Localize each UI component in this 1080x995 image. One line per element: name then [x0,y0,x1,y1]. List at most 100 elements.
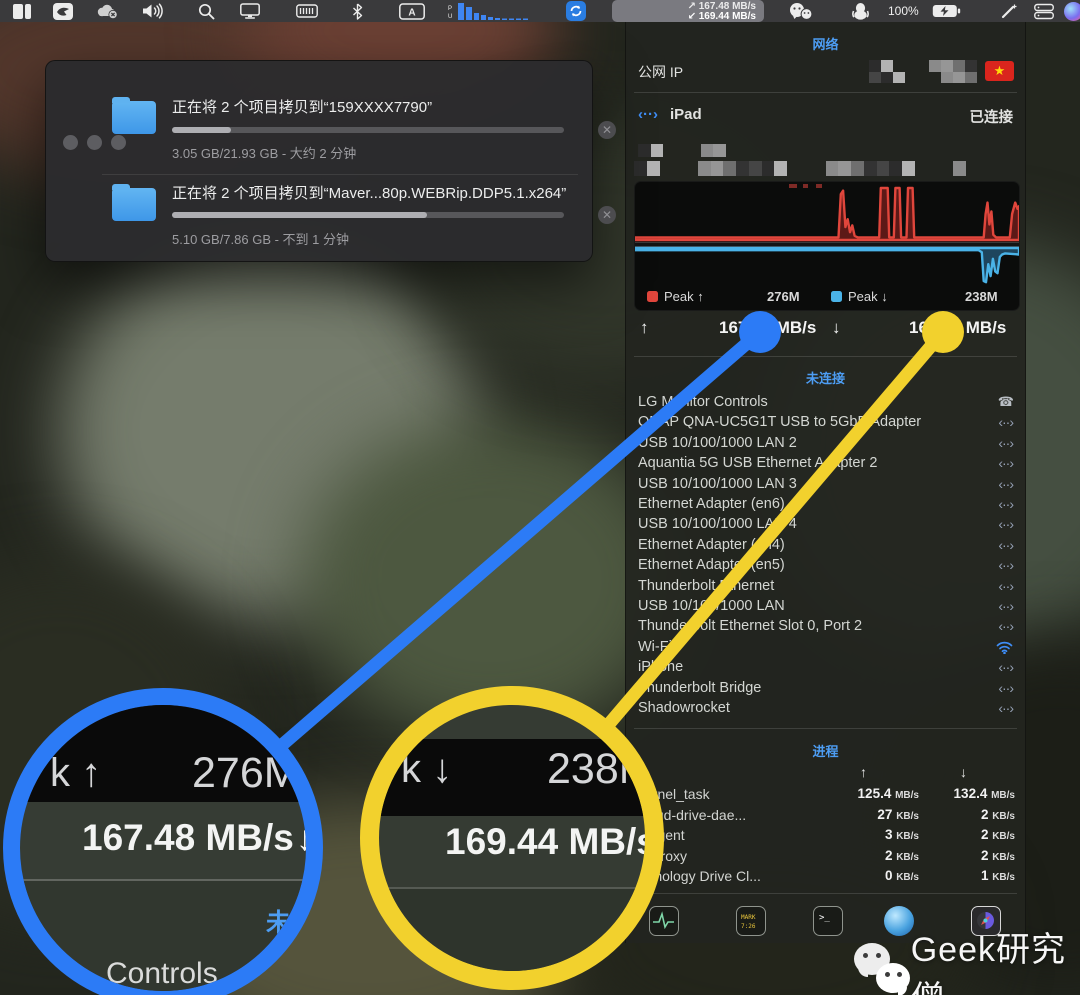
interface-row[interactable]: USB 10/100/1000 LAN 3‹··› [638,475,1015,495]
svg-text:>_: >_ [819,913,830,923]
interface-row[interactable]: iPhone‹··› [638,658,1015,678]
date-widget-icon[interactable]: MARK7:26 [736,906,766,936]
blue-magnifier-circle: k ↑ 276M 167.48 MB/s ↓ 未连 Controls [3,688,323,995]
ethernet-icon: ‹··› [998,516,1013,532]
minimize-window-button[interactable] [87,135,102,150]
phone-icon: ☎︎ [998,394,1013,410]
interface-row[interactable]: Aquantia 5G USB Ethernet Adapter 2‹··› [638,454,1015,474]
interface-name[interactable]: iPad [670,106,702,123]
terminal-icon[interactable]: >_ [813,906,843,936]
wechat-icon[interactable] [788,3,814,19]
cancel-copy-button[interactable]: ✕ [598,206,616,224]
process-row: kernel_task125.4 MB/s132.4 MB/s [638,786,1015,807]
process-upload-header: ↑ [860,764,867,780]
menubar-network-speed[interactable]: ↗ 167.48 MB/s ↙ 169.44 MB/s [612,0,764,22]
close-window-button[interactable] [63,135,78,150]
magnified-peak-arrow: k ↑ [50,751,101,796]
ethernet-icon: ‹··› [998,680,1013,696]
ethernet-icon: ‹··› [998,496,1013,512]
copy-task-status: 5.10 GB/7.86 GB - 不到 1 分钟 [172,229,349,248]
redacted-detail [638,144,726,157]
process-download-value: 2 KB/s [919,827,1015,848]
siri-icon[interactable] [1064,2,1080,21]
interface-label: Thunderbolt Bridge [638,680,761,696]
interface-label: Wi-Fi [638,639,672,655]
activity-graph-icon[interactable] [649,906,679,936]
section-processes: 进程 [626,741,1025,760]
interface-row[interactable]: LG Monitor Controls☎︎ [638,393,1015,413]
progress-fill [172,212,427,218]
upload-swatch [647,291,658,302]
search-icon[interactable] [198,3,215,19]
istat-network-panel: 网络 公网 IP ★ ‹··› iPad 已连接 Peak ↑ 276M [625,22,1026,943]
legend-upload-peak: 276M [767,288,800,304]
interface-row[interactable]: Thunderbolt Bridge ‹··› [638,679,1015,699]
input-source-icon[interactable]: A [399,3,425,19]
ethernet-icon: ‹··› [998,537,1013,553]
folder-icon [112,188,156,221]
public-ip-label: 公网 IP [638,62,683,82]
down-arrow-glyph: ↙ [688,11,696,22]
process-download-header: ↓ [960,764,967,780]
progress-fill [172,127,231,133]
process-upload-value: 125.4 MB/s [823,786,919,807]
interface-row[interactable]: Shadowrocket ‹··› [638,699,1015,719]
wand-tool-icon[interactable] [1000,3,1018,19]
interface-row[interactable]: USB 10/100/1000 LAN 2 ‹··› [638,434,1015,454]
process-upload-value: 0 KB/s [823,868,919,889]
interface-label: Shadowrocket [638,700,730,716]
watermark: Geek研究僧 [852,922,1080,995]
process-download-value: 1 KB/s [919,868,1015,889]
process-name: kernel_task [638,786,823,807]
process-row: Synology Drive Cl...0 KB/s1 KB/s [638,868,1015,889]
magnified-peak-arrow: k ↓ [401,747,452,792]
process-upload-value: 2 KB/s [823,848,919,869]
volume-icon[interactable] [142,3,166,19]
progress-bar [172,127,564,133]
bluetooth-icon[interactable] [351,3,364,19]
magnified-down-arrow: ↓ [296,819,314,859]
process-row: ocproxy2 KB/s2 KB/s [638,848,1015,869]
down-arrow: ↓ [832,318,841,338]
svg-text:P: P [448,6,452,12]
qq-icon[interactable] [851,3,870,19]
ethernet-icon: ‹··› [998,700,1013,716]
interface-row[interactable]: USB 10/100/1000 LAN 4‹··› [638,515,1015,535]
bird-app-icon[interactable] [53,3,73,19]
process-download-value: 2 KB/s [919,848,1015,869]
up-arrow-glyph: ↗ [688,1,696,12]
yellow-callout-dot [922,311,964,353]
interface-row[interactable]: USB 10/100/1000 LAN‹··› [638,597,1015,617]
ethernet-icon: ‹··› [998,435,1013,451]
copy-task-title: 正在将 2 个项目拷贝到“159XXXX7790” [172,96,432,117]
interface-row[interactable]: Thunderbolt Ethernet Slot 0, Port 2‹··› [638,617,1015,637]
interface-row[interactable]: QNAP QNA-UC5G1T USB to 5GbE Adapter‹··› [638,413,1015,433]
storage-stack-icon[interactable] [1034,3,1054,19]
interface-row[interactable]: Wi-Fi [638,638,1015,658]
interface-row[interactable]: Thunderbolt Ethernet‹··› [638,577,1015,597]
network-history-graph: Peak ↑ 276M Peak ↓ 238M [634,181,1020,311]
cpu-histogram-icon[interactable]: P U [446,3,534,19]
window-manager-icon[interactable] [13,3,31,19]
interface-row[interactable]: Ethernet Adapter (en4) ‹··› [638,536,1015,556]
sync-app-icon[interactable] [566,3,586,19]
battery-icon[interactable] [932,3,962,19]
display-icon[interactable] [240,3,260,19]
download-swatch [831,291,842,302]
magnified-peak-value: 238M [547,745,655,794]
interface-row[interactable]: Ethernet Adapter (en6)‹··› [638,495,1015,515]
scanner-icon[interactable] [296,3,318,19]
zoom-window-button[interactable] [111,135,126,150]
interface-label: Ethernet Adapter (en4) [638,537,785,553]
cloud-offline-icon[interactable] [95,3,121,19]
interface-label: QNAP QNA-UC5G1T USB to 5GbE Adapter [638,414,921,430]
interface-label: USB 10/100/1000 LAN 2 [638,435,797,451]
magnified-lower-band [369,889,655,981]
battery-percent: 100% [888,3,919,19]
copy-task-title: 正在将 2 个项目拷贝到“Maver...80p.WEBRip.DDP5.1.x… [172,182,566,203]
interface-label: Thunderbolt Ethernet Slot 0, Port 2 [638,618,862,634]
interface-row[interactable]: Ethernet Adapter (en5)‹··› [638,556,1015,576]
cancel-copy-button[interactable]: ✕ [598,121,616,139]
section-network: 网络 [626,34,1025,53]
svg-text:7:26: 7:26 [741,923,756,930]
